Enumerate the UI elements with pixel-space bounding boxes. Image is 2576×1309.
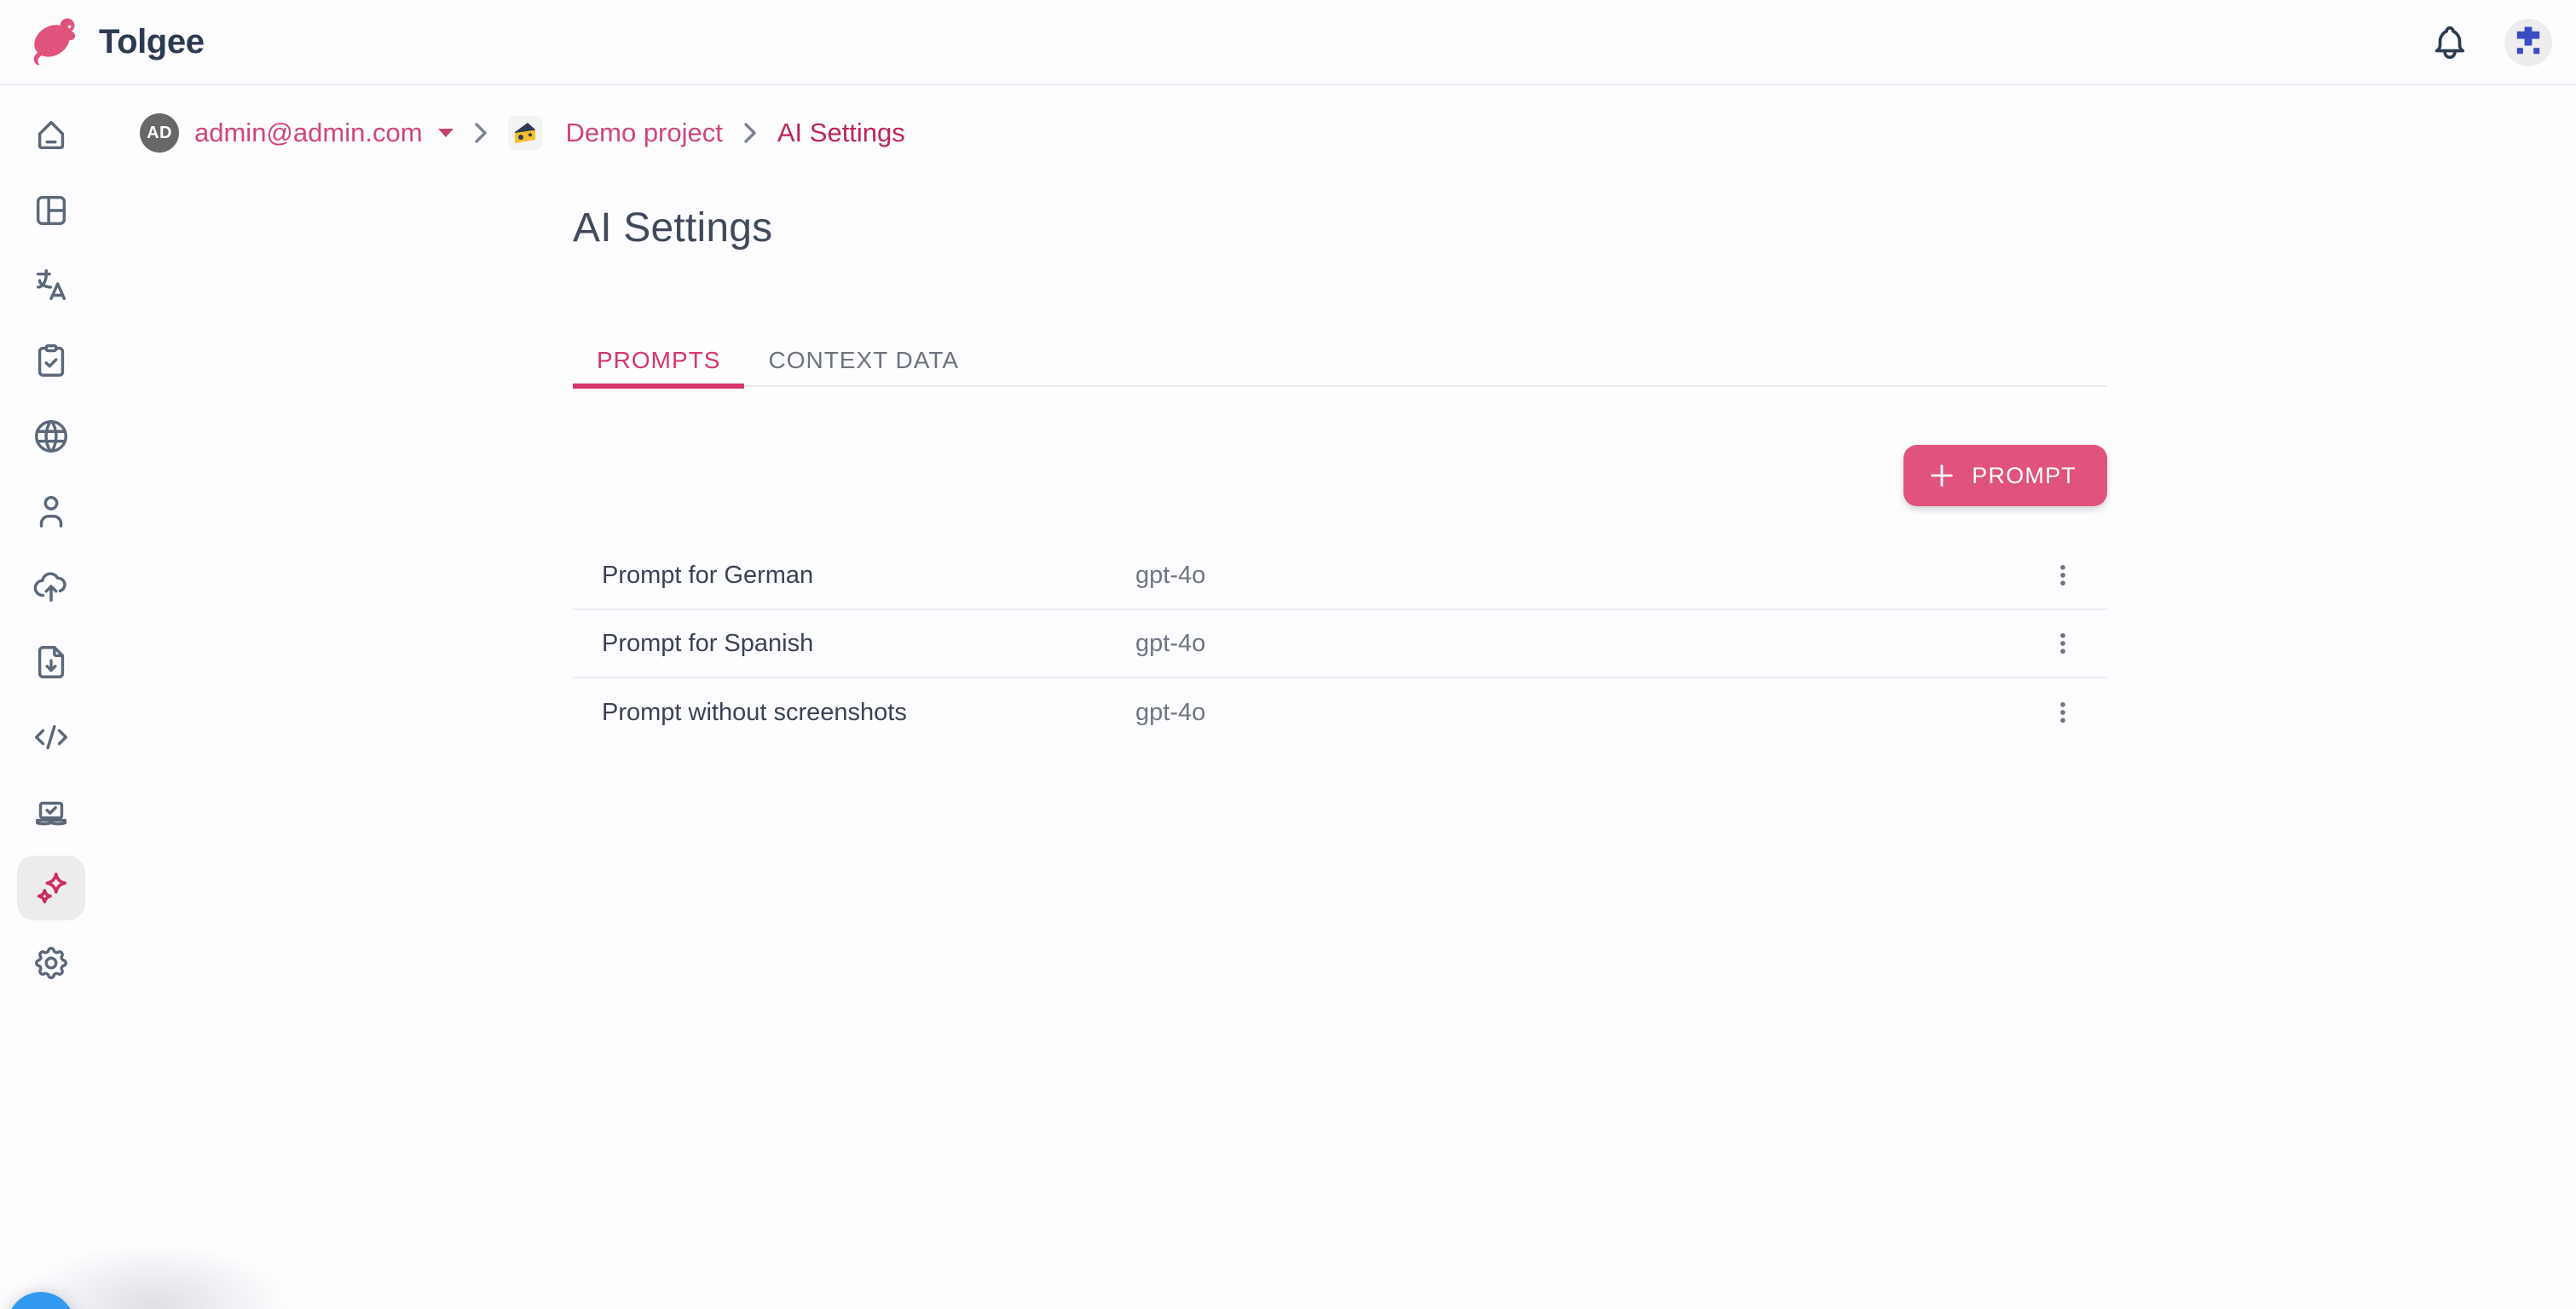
sidebar-item-integrate[interactable] bbox=[0, 700, 102, 775]
notifications-bell-icon[interactable] bbox=[2423, 15, 2477, 70]
sidebar-nav bbox=[0, 85, 102, 1309]
prompt-model: gpt-4o bbox=[1135, 630, 2039, 658]
sidebar-item-settings[interactable] bbox=[0, 926, 102, 1000]
user-icon bbox=[32, 492, 71, 531]
appbar-actions bbox=[2423, 0, 2552, 85]
breadcrumb-project-link[interactable]: Demo project bbox=[508, 116, 723, 150]
active-tab-indicator bbox=[573, 383, 744, 389]
add-prompt-button-label: PROMPT bbox=[1972, 463, 2076, 489]
plus-icon bbox=[1927, 461, 1956, 490]
globe-icon bbox=[32, 417, 71, 456]
dashboard-layout-icon bbox=[32, 191, 71, 230]
tab-prompts-label: PROMPTS bbox=[597, 347, 720, 374]
sidebar-item-developer[interactable] bbox=[0, 776, 102, 851]
prompt-model: gpt-4o bbox=[1135, 562, 2039, 590]
sidebar-item-import[interactable] bbox=[0, 549, 102, 624]
tolgee-mouse-icon bbox=[24, 11, 85, 72]
user-avatar[interactable] bbox=[2504, 19, 2552, 66]
gear-icon bbox=[32, 943, 71, 983]
sidebar-item-translations[interactable] bbox=[0, 248, 102, 323]
code-icon bbox=[32, 718, 71, 757]
breadcrumb-user-menu[interactable]: admin@admin.com bbox=[194, 118, 453, 148]
sidebar-item-dashboard[interactable] bbox=[0, 172, 102, 247]
tolgee-app: Tolgee bbox=[0, 0, 2576, 1309]
prompt-row[interactable]: Prompt for German gpt-4o bbox=[573, 542, 2107, 610]
tab-prompts[interactable]: PROMPTS bbox=[573, 334, 744, 387]
sidebar-item-export[interactable] bbox=[0, 625, 102, 700]
prompt-name: Prompt without screenshots bbox=[602, 699, 1135, 727]
tab-context-data[interactable]: CONTEXT DATA bbox=[744, 334, 983, 387]
user-initials-avatar[interactable]: AD bbox=[140, 113, 179, 153]
top-app-bar: Tolgee bbox=[0, 0, 2576, 85]
clipboard-check-icon bbox=[32, 341, 71, 380]
sidebar-item-members[interactable] bbox=[0, 474, 102, 549]
prompt-name: Prompt for Spanish bbox=[602, 630, 1135, 658]
chevron-right-icon bbox=[474, 122, 488, 144]
tab-bar: PROMPTS CONTEXT DATA bbox=[573, 334, 2107, 387]
prompt-list: Prompt for German gpt-4o Prompt for Span… bbox=[573, 542, 2107, 747]
breadcrumb: AD admin@admin.com Demo project AI Setti… bbox=[140, 85, 2576, 181]
sidebar-item-home[interactable] bbox=[0, 97, 102, 172]
home-icon bbox=[32, 115, 71, 154]
prompt-model: gpt-4o bbox=[1135, 699, 2039, 727]
prompt-row[interactable]: Prompt for Spanish gpt-4o bbox=[573, 610, 2107, 678]
prompt-row[interactable]: Prompt without screenshots gpt-4o bbox=[573, 678, 2107, 747]
laptop-check-icon bbox=[32, 793, 71, 833]
tab-context-data-label: CONTEXT DATA bbox=[768, 347, 959, 374]
add-prompt-button[interactable]: PROMPT bbox=[1903, 445, 2107, 506]
sparkles-ai-icon bbox=[32, 868, 71, 908]
language-icon bbox=[32, 266, 71, 305]
cloud-upload-icon bbox=[32, 568, 71, 607]
prompt-menu-kebab-icon[interactable] bbox=[2039, 551, 2087, 599]
prompt-menu-kebab-icon[interactable] bbox=[2039, 620, 2087, 667]
identicon-icon bbox=[2510, 24, 2547, 61]
project-avatar bbox=[508, 116, 542, 150]
tolgee-logo[interactable]: Tolgee bbox=[24, 11, 205, 72]
sidebar-item-tasks[interactable] bbox=[0, 323, 102, 398]
breadcrumb-user-label: admin@admin.com bbox=[194, 118, 423, 148]
breadcrumb-project-label: Demo project bbox=[566, 118, 723, 148]
cheese-icon bbox=[512, 120, 538, 146]
sidebar-item-ai-settings[interactable] bbox=[0, 851, 102, 926]
prompt-menu-kebab-icon[interactable] bbox=[2039, 689, 2087, 736]
caret-down-icon bbox=[438, 129, 453, 137]
chevron-right-icon bbox=[743, 122, 757, 144]
app-title: Tolgee bbox=[99, 23, 205, 61]
sidebar-item-languages[interactable] bbox=[0, 399, 102, 474]
file-download-icon bbox=[32, 643, 71, 682]
prompt-name: Prompt for German bbox=[602, 562, 1135, 590]
breadcrumb-current-page[interactable]: AI Settings bbox=[777, 118, 905, 148]
page-title: AI Settings bbox=[573, 205, 772, 251]
